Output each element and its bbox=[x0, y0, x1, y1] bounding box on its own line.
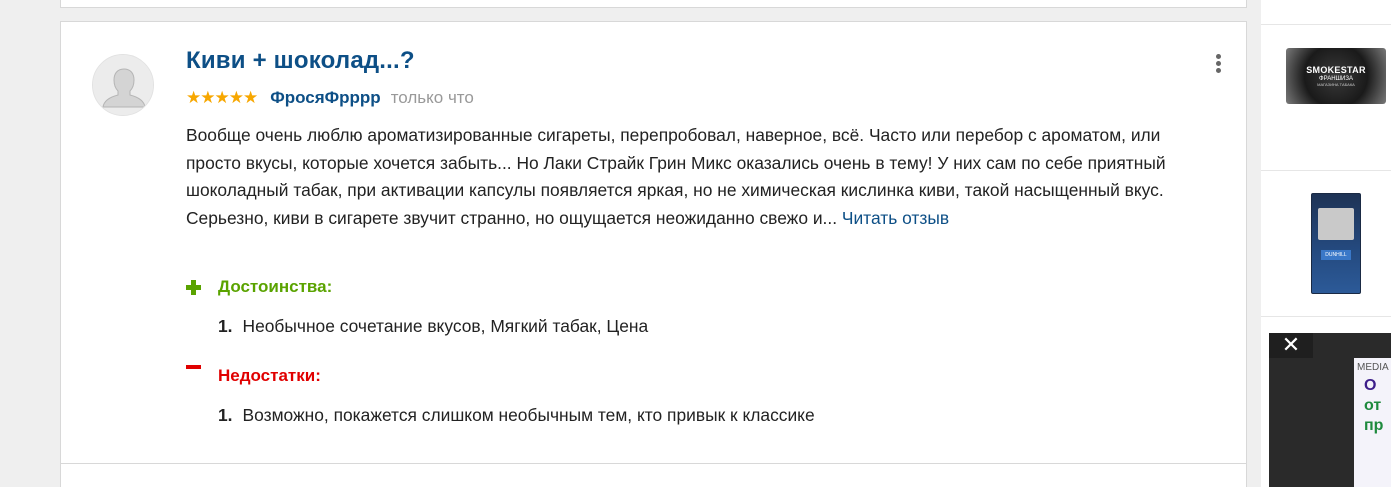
pros-item-number: 1. bbox=[218, 316, 233, 336]
pros-heading-label: Достоинства: bbox=[218, 277, 333, 296]
cigarette-pack-image[interactable]: DUNHILL bbox=[1311, 193, 1361, 294]
ad-text-line: О bbox=[1364, 377, 1377, 394]
pack-warning-image bbox=[1318, 208, 1354, 240]
read-more-link[interactable]: Читать отзыв bbox=[842, 208, 949, 228]
ad-content[interactable]: MEDIA О от пр bbox=[1354, 358, 1391, 487]
user-avatar-icon[interactable] bbox=[92, 54, 154, 116]
minus-icon bbox=[186, 364, 201, 384]
author-link[interactable]: ФросяФрррр bbox=[270, 88, 380, 108]
cons-item-number: 1. bbox=[218, 405, 233, 425]
banner-caption: МАГАЗИНА ТАБАКА bbox=[1317, 82, 1355, 87]
ad-banner[interactable]: ✕ MEDIA О от пр bbox=[1269, 333, 1391, 487]
next-review-card bbox=[60, 463, 1247, 487]
review-time: только что bbox=[390, 88, 474, 107]
sidebar-divider bbox=[1261, 170, 1391, 171]
ad-text-line: пр bbox=[1364, 417, 1384, 434]
review-meta: ★★★★★ ФросяФрррр только что bbox=[186, 88, 474, 108]
rating-stars: ★★★★★ bbox=[186, 88, 258, 107]
sidebar-divider bbox=[1261, 24, 1391, 25]
ad-media-label: MEDIA bbox=[1357, 362, 1389, 373]
more-vertical-icon[interactable] bbox=[1208, 52, 1228, 76]
plus-icon bbox=[186, 279, 201, 295]
ad-text-line: от bbox=[1364, 397, 1382, 414]
cons-heading: Недостатки: bbox=[186, 364, 321, 386]
previous-review-card bbox=[60, 0, 1247, 8]
review-title[interactable]: Киви + шоколад...? bbox=[186, 47, 415, 75]
review-text: Вообще очень люблю ароматизированные сиг… bbox=[186, 122, 1216, 232]
review-text-body: Вообще очень люблю ароматизированные сиг… bbox=[186, 125, 1166, 228]
cons-item-text: Возможно, покажется слишком необычным те… bbox=[242, 405, 815, 425]
page: Киви + шоколад...? ★★★★★ ФросяФрррр толь… bbox=[0, 0, 1391, 487]
review-card: Киви + шоколад...? ★★★★★ ФросяФрррр толь… bbox=[60, 21, 1247, 464]
pros-list-item: 1. Необычное сочетание вкусов, Мягкий та… bbox=[218, 316, 648, 337]
cons-heading-label: Недостатки: bbox=[218, 366, 321, 385]
pack-brand-label: DUNHILL bbox=[1321, 250, 1351, 260]
close-icon[interactable]: ✕ bbox=[1269, 333, 1313, 358]
pros-item-text: Необычное сочетание вкусов, Мягкий табак… bbox=[242, 316, 649, 336]
pros-heading: Достоинства: bbox=[186, 277, 332, 297]
sidebar-divider bbox=[1261, 316, 1391, 317]
smokestar-banner[interactable]: SMOKESTAR ФРАНШИЗА МАГАЗИНА ТАБАКА bbox=[1286, 48, 1386, 104]
banner-title: SMOKESTAR bbox=[1306, 65, 1366, 75]
cons-list-item: 1. Возможно, покажется слишком необычным… bbox=[218, 405, 815, 426]
